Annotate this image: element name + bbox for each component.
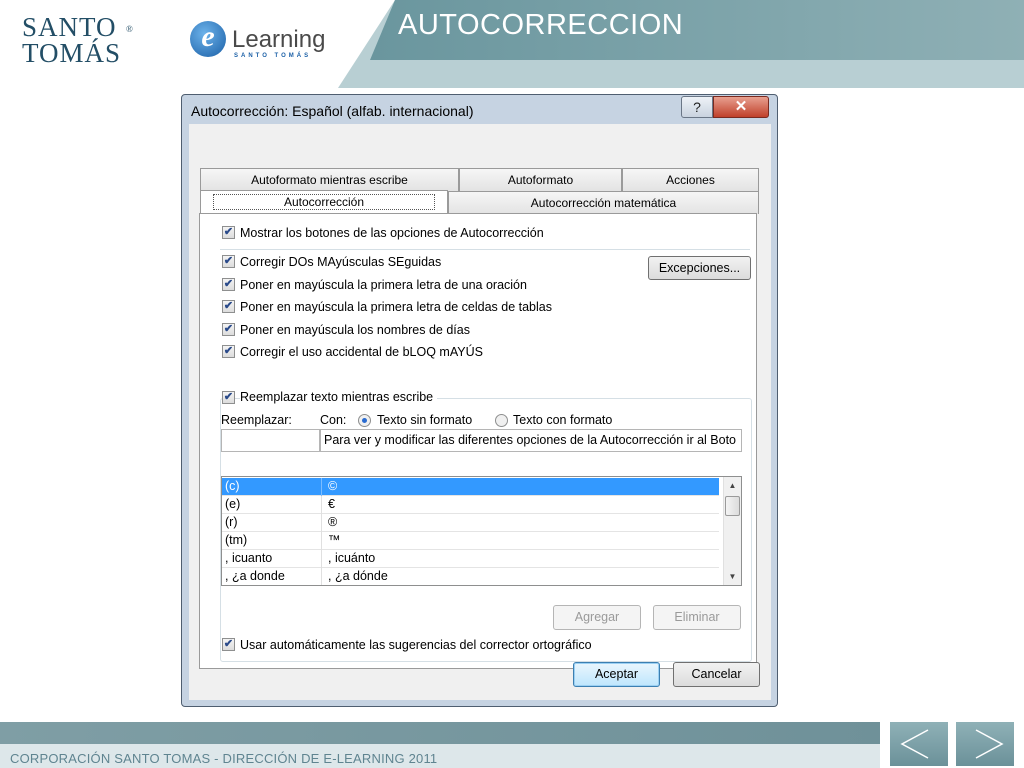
- cancel-button[interactable]: Cancelar: [673, 662, 760, 687]
- santo-tomas-logo: SANTO TOMÁS ®: [22, 12, 134, 68]
- show-options-label: Mostrar los botones de las opciones de A…: [240, 226, 544, 240]
- slide-header: SANTO TOMÁS ® e Learning SANTO TOMÁS AUT…: [0, 0, 1024, 88]
- e-icon: e: [190, 21, 226, 57]
- titlebar-buttons: ? ✕: [681, 96, 769, 118]
- auto-suggestions-checkbox[interactable]: ✔: [222, 638, 235, 651]
- show-options-checkbox[interactable]: ✔: [222, 226, 235, 239]
- chevron-left-icon: [900, 729, 929, 759]
- dialog-title: Autocorrección: Español (alfab. internac…: [191, 103, 474, 119]
- list-item[interactable]: , icuanto, icuánto: [222, 550, 719, 568]
- next-slide-button[interactable]: [956, 722, 1014, 766]
- plain-text-radio[interactable]: [358, 414, 371, 427]
- two-initial-caps-checkbox[interactable]: ✔: [222, 255, 235, 268]
- with-input[interactable]: Para ver y modificar las diferentes opci…: [320, 429, 742, 452]
- tab-autocorrect[interactable]: Autocorrección: [200, 190, 448, 214]
- tab-autoformat[interactable]: Autoformato: [459, 168, 622, 191]
- dialog-client-area: Autoformato mientras escribe Autoformato…: [189, 124, 771, 700]
- list-item[interactable]: (c) ©: [222, 478, 719, 496]
- scroll-down-icon[interactable]: ▼: [724, 568, 741, 585]
- replace-label: Reemplazar:: [221, 413, 292, 427]
- two-initial-caps-label: Corregir DOs MAyúsculas SEguidas: [240, 255, 442, 269]
- replace-input[interactable]: [221, 429, 320, 452]
- list-item[interactable]: (e) €: [222, 496, 719, 514]
- capitalize-table-cells-checkbox[interactable]: ✔: [222, 300, 235, 313]
- caps-lock-checkbox[interactable]: ✔: [222, 345, 235, 358]
- list-item[interactable]: , ¿a donde, ¿a dónde: [222, 568, 719, 585]
- chevron-right-icon: [975, 729, 1004, 759]
- separator: [220, 249, 750, 250]
- replace-text-label: Reemplazar texto mientras escribe: [240, 390, 438, 404]
- close-button[interactable]: ✕: [713, 96, 769, 118]
- footer-bar: [0, 722, 880, 744]
- prev-slide-button[interactable]: [890, 722, 948, 766]
- list-item[interactable]: (tm) ™: [222, 532, 719, 550]
- auto-suggestions-label: Usar automáticamente las sugerencias del…: [240, 638, 592, 652]
- delete-button[interactable]: Eliminar: [653, 605, 741, 630]
- caps-lock-label: Corregir el uso accidental de bLOQ mAYÚS: [240, 345, 483, 359]
- autocorrect-dialog: Autocorrección: Español (alfab. internac…: [181, 94, 778, 707]
- formatted-text-radio[interactable]: [495, 414, 508, 427]
- replacement-list[interactable]: (c) © (e) € (r) ® (tm) ™ , icuanto, icuánto …: [221, 476, 742, 586]
- tab-actions[interactable]: Acciones: [622, 168, 759, 191]
- formatted-text-label: Texto con formato: [513, 413, 613, 427]
- plain-text-label: Texto sin formato: [377, 413, 473, 427]
- capitalize-days-checkbox[interactable]: ✔: [222, 323, 235, 336]
- scroll-up-icon[interactable]: ▲: [724, 477, 741, 494]
- capitalize-sentence-label: Poner en mayúscula la primera letra de u…: [240, 278, 527, 292]
- tab-math-autocorrect[interactable]: Autocorrección matemática: [448, 191, 759, 214]
- elearning-logo: e Learning SANTO TOMÁS: [188, 16, 328, 76]
- tab-autoformat-as-you-type[interactable]: Autoformato mientras escribe: [200, 168, 459, 191]
- capitalize-table-cells-label: Poner en mayúscula la primera letra de c…: [240, 300, 552, 314]
- replace-text-checkbox[interactable]: ✔: [222, 391, 235, 404]
- scroll-thumb[interactable]: [725, 496, 740, 516]
- autocorrect-panel: ✔ Mostrar los botones de las opciones de…: [199, 213, 757, 669]
- capitalize-sentence-checkbox[interactable]: ✔: [222, 278, 235, 291]
- tab-autocorrect-label: Autocorrección: [212, 194, 436, 210]
- add-button[interactable]: Agregar: [553, 605, 641, 630]
- help-button[interactable]: ?: [681, 96, 713, 118]
- with-label: Con:: [320, 413, 347, 427]
- exceptions-button[interactable]: Excepciones...: [648, 256, 751, 280]
- capitalize-days-label: Poner en mayúscula los nombres de días: [240, 323, 470, 337]
- page-title: AUTOCORRECCION: [398, 9, 684, 41]
- footer-text: CORPORACIÓN SANTO TOMAS - DIRECCIÓN DE E…: [10, 751, 438, 766]
- list-scrollbar[interactable]: ▲ ▼: [723, 477, 741, 585]
- list-item[interactable]: (r) ®: [222, 514, 719, 532]
- ok-button[interactable]: Aceptar: [573, 662, 660, 687]
